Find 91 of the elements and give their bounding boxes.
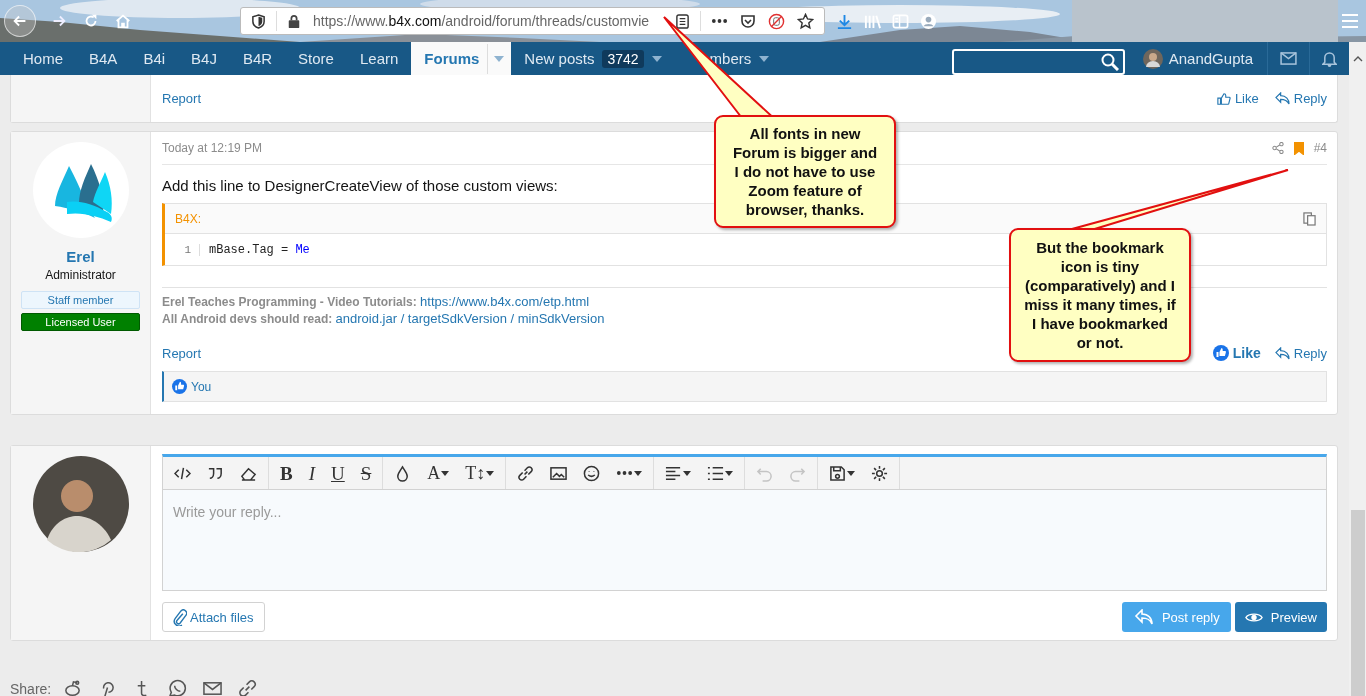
- callout: All fonts in new Forum is bigger and I do not have to use Zoom feature of browser, thanks.: [714, 115, 896, 228]
- code-language: B4X:: [175, 211, 201, 226]
- user-badge: Staff member: [21, 291, 140, 309]
- preview-button[interactable]: Preview: [1234, 602, 1327, 632]
- nav-tab[interactable]: Store: [285, 42, 347, 75]
- caret-icon[interactable]: [759, 55, 770, 62]
- download-icon[interactable]: [836, 12, 853, 30]
- reply-icon: [1274, 346, 1290, 360]
- nav-tab[interactable]: B4i: [130, 42, 179, 75]
- avatar: [1142, 48, 1163, 69]
- attach-files-button[interactable]: Attach files: [162, 602, 265, 632]
- reader-view-icon[interactable]: [675, 13, 690, 29]
- reply-icon: [1133, 609, 1154, 625]
- like-button[interactable]: Like: [1216, 91, 1259, 106]
- share-label: Share:: [10, 680, 52, 696]
- author-name[interactable]: Erel: [66, 248, 95, 265]
- text-style-button[interactable]: T↕: [457, 459, 503, 487]
- signature-line: All Android devs should read: android.jar / targetSdkVersion / minSdkVersion: [162, 311, 605, 326]
- search-field[interactable]: [951, 49, 1125, 75]
- reply-icon: [1274, 92, 1290, 105]
- signature-link[interactable]: https://www.b4x.com/etp.html: [420, 294, 590, 309]
- blocked-icon[interactable]: [768, 12, 785, 30]
- code-line: mBase.Tag = Me: [208, 242, 310, 257]
- back-button[interactable]: [4, 5, 36, 37]
- bold-button[interactable]: B: [272, 459, 301, 487]
- nav-tab[interactable]: B4A: [76, 42, 131, 75]
- underline-button[interactable]: U: [323, 459, 353, 487]
- thumbs-up-icon: [1212, 345, 1229, 361]
- lock-icon: [287, 14, 301, 28]
- scrollbar[interactable]: [1349, 42, 1366, 696]
- scroll-up-icon[interactable]: [1352, 56, 1363, 62]
- address-bar[interactable]: https://www.b4x.com/android/forum/threads/customvie: [240, 7, 825, 35]
- home-icon[interactable]: [114, 12, 132, 30]
- more-icon: [616, 470, 634, 476]
- line-number: 1: [165, 243, 200, 256]
- nav-tab[interactable]: mbers: [674, 42, 783, 75]
- text-style-button[interactable]: A: [419, 459, 458, 487]
- settings-icon: [871, 464, 889, 482]
- reply-button[interactable]: Reply: [1274, 91, 1327, 106]
- shield-icon: [251, 13, 266, 29]
- reactions-bar[interactable]: You: [162, 371, 1327, 402]
- search-icon: [1100, 53, 1119, 71]
- phone-icon[interactable]: [168, 679, 188, 696]
- italic-button[interactable]: I: [300, 459, 323, 487]
- nav-tab[interactable]: Forums: [411, 42, 512, 75]
- paperclip-icon: [173, 608, 187, 626]
- nav-tab[interactable]: New posts 3742: [511, 42, 675, 75]
- nav-tab[interactable]: Home: [10, 42, 76, 75]
- star-icon[interactable]: [797, 12, 814, 30]
- copy-icon[interactable]: [1303, 211, 1316, 226]
- like-button[interactable]: Like: [1212, 345, 1261, 361]
- signature-link[interactable]: android.jar / targetSdkVersion / minSdkVersion: [335, 311, 605, 326]
- smiley-icon: [583, 464, 601, 482]
- image-icon: [550, 464, 568, 482]
- user-badge: Licensed User: [21, 313, 140, 331]
- user-menu[interactable]: AnandGupta: [1140, 42, 1267, 75]
- link-icon: [517, 464, 535, 482]
- post-time[interactable]: Today at 12:19 PM: [162, 141, 263, 155]
- strikethrough-button[interactable]: S: [352, 459, 380, 487]
- url-text: https://www.b4x.com/android/forum/threads/customvie: [313, 13, 651, 29]
- caret-icon[interactable]: [651, 55, 662, 62]
- alien-icon[interactable]: [63, 679, 83, 696]
- save-icon: [829, 464, 847, 482]
- align-icon: [665, 464, 683, 482]
- mail-icon[interactable]: [1280, 52, 1297, 65]
- thumbs-up-icon: [1216, 91, 1231, 106]
- reaction-users: You: [191, 379, 212, 394]
- list-icon: [707, 464, 725, 482]
- nav-tab[interactable]: Learn: [346, 42, 412, 75]
- signature-line: Erel Teaches Programming - Video Tutorials: https://www.b4x.com/etp.html: [162, 294, 590, 309]
- pocket-icon[interactable]: [740, 13, 756, 29]
- account-icon[interactable]: [920, 12, 937, 30]
- like-icon: [172, 379, 187, 394]
- reply-button[interactable]: Reply: [1274, 345, 1327, 361]
- nav-tab[interactable]: B4R: [229, 42, 286, 75]
- nav-tab[interactable]: B4J: [178, 42, 230, 75]
- bell-icon[interactable]: [1322, 50, 1337, 67]
- callout: But the bookmark icon is tiny (comparatively) and I miss it many times, if I have bookmarked or not.: [1009, 228, 1191, 362]
- post-text: Add this line to DesignerCreateView of those custom views:: [162, 177, 558, 194]
- share-icon[interactable]: [1271, 142, 1284, 154]
- report-link[interactable]: Report: [162, 345, 202, 361]
- scrollbar-thumb[interactable]: [1350, 510, 1365, 696]
- post-number[interactable]: #4: [1313, 141, 1327, 155]
- count-badge: 3742: [602, 49, 644, 68]
- reply-field[interactable]: Write your reply...: [163, 490, 1326, 590]
- mail-icon[interactable]: [203, 679, 223, 696]
- author-role: Administrator: [45, 268, 116, 282]
- link-icon[interactable]: [238, 679, 258, 696]
- more-icon[interactable]: [711, 18, 728, 24]
- report-link[interactable]: Report: [162, 91, 202, 106]
- eye-icon: [1244, 610, 1263, 624]
